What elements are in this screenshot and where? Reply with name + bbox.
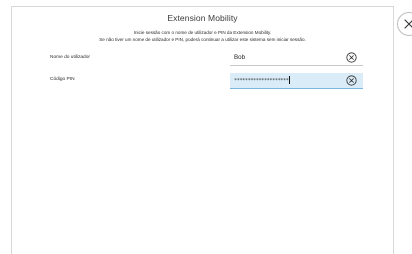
- clear-circle-x-icon: [346, 52, 357, 63]
- username-label: Nome do utilizador: [50, 55, 90, 60]
- instruction-text-line-2: Se não tiver um nome de utilizador e PIN…: [99, 37, 306, 42]
- screen: Extension Mobility Inicie sessão com o n…: [0, 0, 412, 254]
- username-value[interactable]: Bob: [234, 54, 245, 61]
- clear-circle-x-icon: [346, 75, 357, 86]
- close-x-icon: [404, 19, 412, 29]
- clear-username-button[interactable]: [346, 52, 357, 63]
- pin-label: Código PIN: [50, 77, 75, 82]
- clear-pin-button[interactable]: [346, 75, 357, 86]
- extension-mobility-dialog: Extension Mobility Inicie sessão com o n…: [11, 6, 394, 254]
- pin-field[interactable]: ********************: [230, 73, 363, 89]
- pin-value[interactable]: ********************: [234, 76, 291, 84]
- text-cursor: [289, 76, 291, 84]
- close-dialog-button[interactable]: [397, 12, 412, 36]
- instruction-text-line-1: Inicie sessão com o nome de utilizador e…: [133, 30, 272, 35]
- dialog-title: Extension Mobility: [167, 13, 238, 23]
- username-field[interactable]: Bob: [230, 50, 363, 66]
- pin-masked-text: ********************: [234, 78, 289, 84]
